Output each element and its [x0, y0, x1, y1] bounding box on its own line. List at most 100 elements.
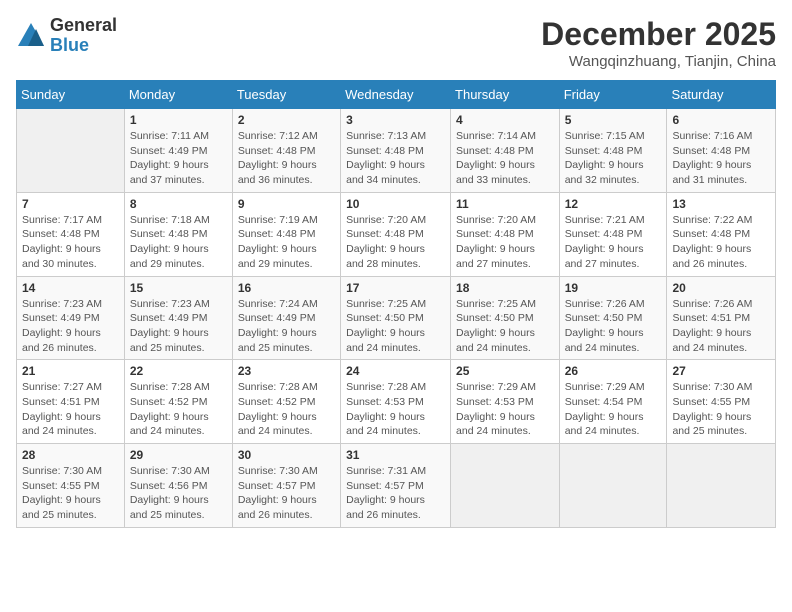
- day-number: 26: [565, 364, 662, 378]
- day-info: Sunrise: 7:26 AM Sunset: 4:51 PM Dayligh…: [672, 297, 770, 356]
- day-number: 15: [130, 281, 227, 295]
- day-cell: 4 Sunrise: 7:14 AM Sunset: 4:48 PM Daylig…: [451, 109, 560, 193]
- day-cell: 28 Sunrise: 7:30 AM Sunset: 4:55 PM Dayli…: [17, 444, 125, 528]
- day-number: 17: [346, 281, 445, 295]
- weekday-header-tuesday: Tuesday: [232, 81, 340, 109]
- week-row-5: 28 Sunrise: 7:30 AM Sunset: 4:55 PM Dayli…: [17, 444, 776, 528]
- day-info: Sunrise: 7:15 AM Sunset: 4:48 PM Dayligh…: [565, 129, 662, 188]
- logo: General Blue: [16, 16, 117, 56]
- day-info: Sunrise: 7:30 AM Sunset: 4:55 PM Dayligh…: [22, 464, 119, 523]
- day-info: Sunrise: 7:11 AM Sunset: 4:49 PM Dayligh…: [130, 129, 227, 188]
- day-cell: 3 Sunrise: 7:13 AM Sunset: 4:48 PM Daylig…: [341, 109, 451, 193]
- day-cell: 29 Sunrise: 7:30 AM Sunset: 4:56 PM Dayli…: [124, 444, 232, 528]
- page-header: General Blue December 2025 Wangqinzhuang…: [16, 16, 776, 70]
- day-number: 5: [565, 113, 662, 127]
- day-number: 18: [456, 281, 554, 295]
- weekday-header-thursday: Thursday: [451, 81, 560, 109]
- day-info: Sunrise: 7:24 AM Sunset: 4:49 PM Dayligh…: [238, 297, 335, 356]
- logo-text: General Blue: [50, 16, 117, 56]
- day-cell: 22Sunrise: 7:28 AM Sunset: 4:52 PM Dayli…: [124, 360, 232, 444]
- day-number: 2: [238, 113, 335, 127]
- day-number: 12: [565, 197, 662, 211]
- day-info: Sunrise: 7:25 AM Sunset: 4:50 PM Dayligh…: [456, 297, 554, 356]
- day-cell: 30 Sunrise: 7:30 AM Sunset: 4:57 PM Dayli…: [232, 444, 340, 528]
- day-number: 1: [130, 113, 227, 127]
- day-cell: 9 Sunrise: 7:19 AM Sunset: 4:48 PM Daylig…: [232, 192, 340, 276]
- logo-general: General: [50, 16, 117, 36]
- day-cell: 1 Sunrise: 7:11 AM Sunset: 4:49 PM Daylig…: [124, 109, 232, 193]
- week-row-2: 7Sunrise: 7:17 AM Sunset: 4:48 PM Daylig…: [17, 192, 776, 276]
- logo-icon: [16, 21, 46, 51]
- day-info: Sunrise: 7:14 AM Sunset: 4:48 PM Dayligh…: [456, 129, 554, 188]
- day-cell: 19 Sunrise: 7:26 AM Sunset: 4:50 PM Dayli…: [559, 276, 667, 360]
- day-number: 28: [22, 448, 119, 462]
- day-info: Sunrise: 7:18 AM Sunset: 4:48 PM Dayligh…: [130, 213, 227, 272]
- day-number: 24: [346, 364, 445, 378]
- day-number: 30: [238, 448, 335, 462]
- day-cell: [17, 109, 125, 193]
- day-info: Sunrise: 7:23 AM Sunset: 4:49 PM Dayligh…: [22, 297, 119, 356]
- day-info: Sunrise: 7:30 AM Sunset: 4:56 PM Dayligh…: [130, 464, 227, 523]
- day-info: Sunrise: 7:16 AM Sunset: 4:48 PM Dayligh…: [672, 129, 770, 188]
- week-row-4: 21 Sunrise: 7:27 AM Sunset: 4:51 PM Dayli…: [17, 360, 776, 444]
- weekday-header-wednesday: Wednesday: [341, 81, 451, 109]
- day-cell: 26 Sunrise: 7:29 AM Sunset: 4:54 PM Dayli…: [559, 360, 667, 444]
- weekday-header-sunday: Sunday: [17, 81, 125, 109]
- day-cell: 18 Sunrise: 7:25 AM Sunset: 4:50 PM Dayli…: [451, 276, 560, 360]
- day-info: Sunrise: 7:25 AM Sunset: 4:50 PM Dayligh…: [346, 297, 445, 356]
- day-cell: 25Sunrise: 7:29 AM Sunset: 4:53 PM Dayli…: [451, 360, 560, 444]
- day-number: 29: [130, 448, 227, 462]
- calendar-table: SundayMondayTuesdayWednesdayThursdayFrid…: [16, 80, 776, 528]
- day-info: Sunrise: 7:30 AM Sunset: 4:55 PM Dayligh…: [672, 380, 770, 439]
- day-number: 9: [238, 197, 335, 211]
- day-cell: 13Sunrise: 7:22 AM Sunset: 4:48 PM Dayli…: [667, 192, 776, 276]
- day-info: Sunrise: 7:30 AM Sunset: 4:57 PM Dayligh…: [238, 464, 335, 523]
- day-info: Sunrise: 7:26 AM Sunset: 4:50 PM Dayligh…: [565, 297, 662, 356]
- day-number: 25: [456, 364, 554, 378]
- day-info: Sunrise: 7:19 AM Sunset: 4:48 PM Dayligh…: [238, 213, 335, 272]
- day-number: 21: [22, 364, 119, 378]
- day-info: Sunrise: 7:22 AM Sunset: 4:48 PM Dayligh…: [672, 213, 770, 272]
- day-number: 4: [456, 113, 554, 127]
- day-info: Sunrise: 7:21 AM Sunset: 4:48 PM Dayligh…: [565, 213, 662, 272]
- day-cell: [451, 444, 560, 528]
- day-cell: 14 Sunrise: 7:23 AM Sunset: 4:49 PM Dayli…: [17, 276, 125, 360]
- day-number: 11: [456, 197, 554, 211]
- day-cell: 31Sunrise: 7:31 AM Sunset: 4:57 PM Dayli…: [341, 444, 451, 528]
- logo-blue: Blue: [50, 36, 117, 56]
- weekday-header-saturday: Saturday: [667, 81, 776, 109]
- location: Wangqinzhuang, Tianjin, China: [541, 53, 776, 70]
- day-info: Sunrise: 7:17 AM Sunset: 4:48 PM Dayligh…: [22, 213, 119, 272]
- day-number: 19: [565, 281, 662, 295]
- day-number: 10: [346, 197, 445, 211]
- day-number: 27: [672, 364, 770, 378]
- day-cell: [559, 444, 667, 528]
- day-cell: 5 Sunrise: 7:15 AM Sunset: 4:48 PM Daylig…: [559, 109, 667, 193]
- day-cell: 6Sunrise: 7:16 AM Sunset: 4:48 PM Daylig…: [667, 109, 776, 193]
- day-info: Sunrise: 7:28 AM Sunset: 4:53 PM Dayligh…: [346, 380, 445, 439]
- day-number: 14: [22, 281, 119, 295]
- day-info: Sunrise: 7:27 AM Sunset: 4:51 PM Dayligh…: [22, 380, 119, 439]
- day-info: Sunrise: 7:28 AM Sunset: 4:52 PM Dayligh…: [130, 380, 227, 439]
- day-info: Sunrise: 7:20 AM Sunset: 4:48 PM Dayligh…: [346, 213, 445, 272]
- month-title: December 2025: [541, 16, 776, 53]
- day-cell: 12 Sunrise: 7:21 AM Sunset: 4:48 PM Dayli…: [559, 192, 667, 276]
- day-info: Sunrise: 7:13 AM Sunset: 4:48 PM Dayligh…: [346, 129, 445, 188]
- week-row-1: 1 Sunrise: 7:11 AM Sunset: 4:49 PM Daylig…: [17, 109, 776, 193]
- day-cell: 11 Sunrise: 7:20 AM Sunset: 4:48 PM Dayli…: [451, 192, 560, 276]
- day-info: Sunrise: 7:29 AM Sunset: 4:54 PM Dayligh…: [565, 380, 662, 439]
- day-number: 23: [238, 364, 335, 378]
- day-number: 3: [346, 113, 445, 127]
- day-cell: 24 Sunrise: 7:28 AM Sunset: 4:53 PM Dayli…: [341, 360, 451, 444]
- day-cell: 10 Sunrise: 7:20 AM Sunset: 4:48 PM Dayli…: [341, 192, 451, 276]
- day-info: Sunrise: 7:31 AM Sunset: 4:57 PM Dayligh…: [346, 464, 445, 523]
- day-number: 20: [672, 281, 770, 295]
- day-cell: 7Sunrise: 7:17 AM Sunset: 4:48 PM Daylig…: [17, 192, 125, 276]
- week-row-3: 14 Sunrise: 7:23 AM Sunset: 4:49 PM Dayli…: [17, 276, 776, 360]
- day-info: Sunrise: 7:20 AM Sunset: 4:48 PM Dayligh…: [456, 213, 554, 272]
- weekday-header-monday: Monday: [124, 81, 232, 109]
- day-cell: 8Sunrise: 7:18 AM Sunset: 4:48 PM Daylig…: [124, 192, 232, 276]
- day-cell: 27 Sunrise: 7:30 AM Sunset: 4:55 PM Dayli…: [667, 360, 776, 444]
- day-cell: 20 Sunrise: 7:26 AM Sunset: 4:51 PM Dayli…: [667, 276, 776, 360]
- day-info: Sunrise: 7:28 AM Sunset: 4:52 PM Dayligh…: [238, 380, 335, 439]
